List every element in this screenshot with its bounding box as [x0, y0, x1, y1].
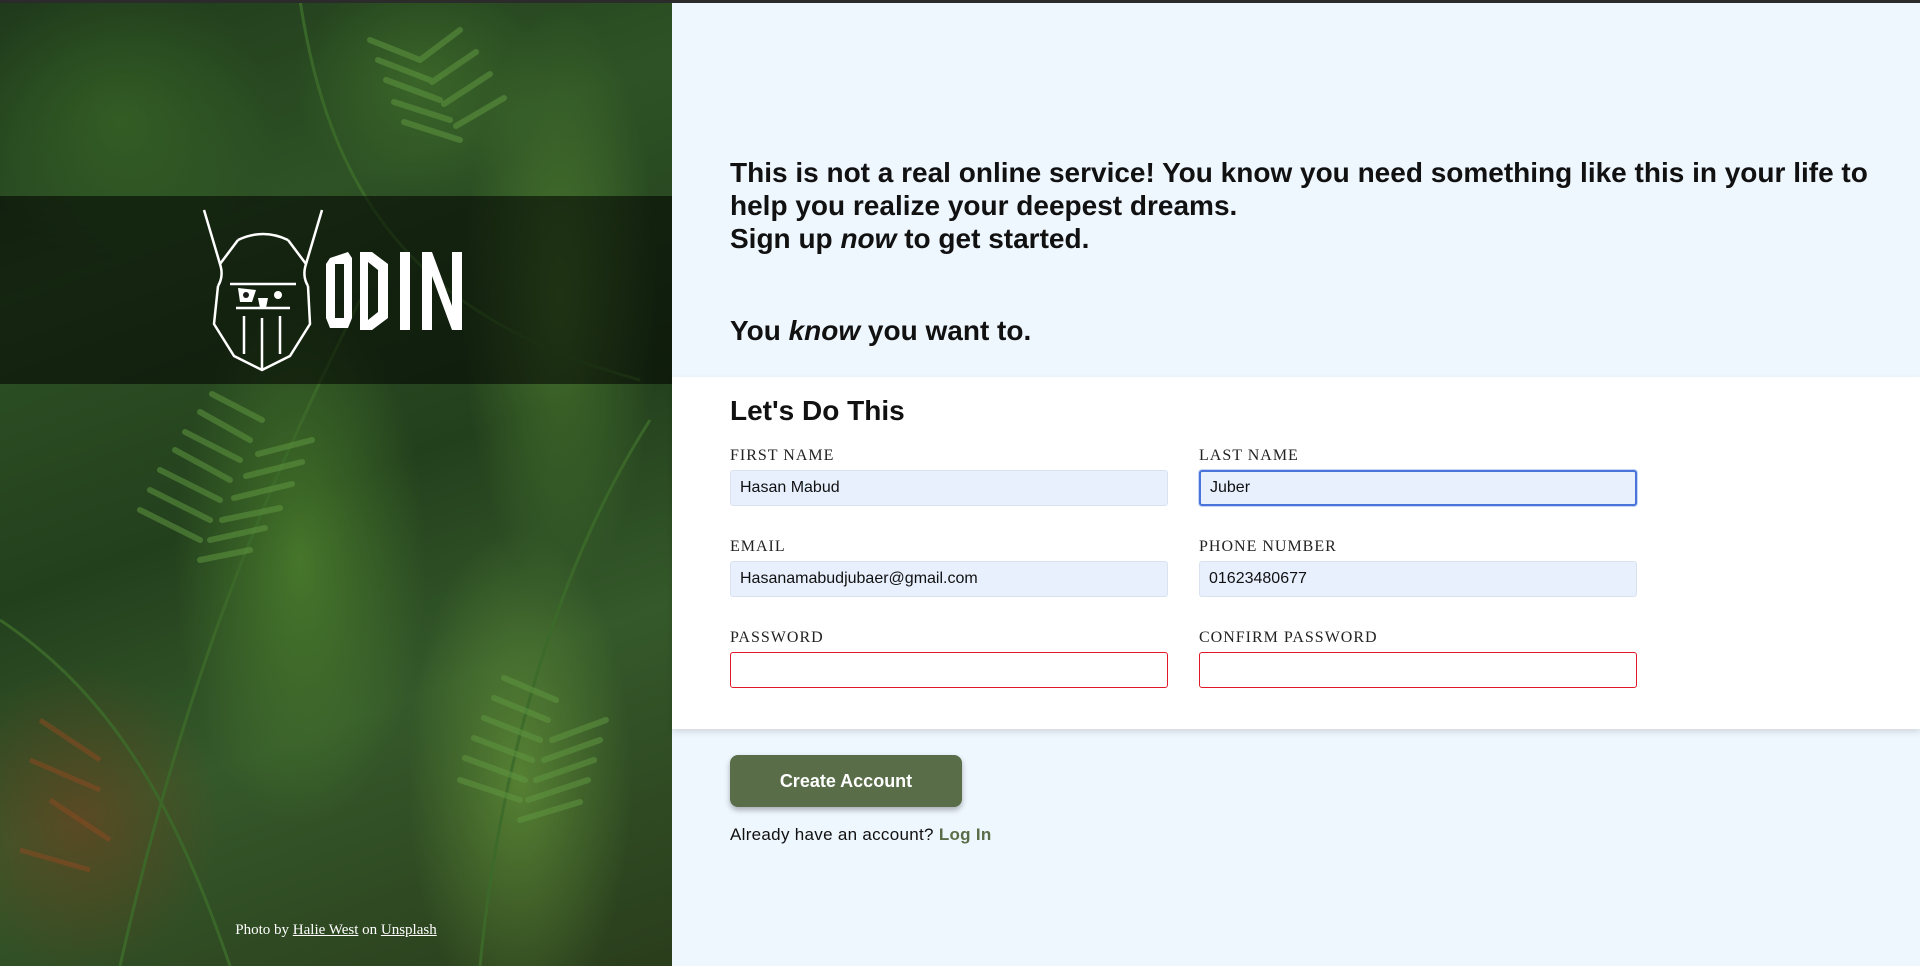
first-name-input[interactable] [730, 470, 1168, 506]
intro-line-2-emphasis: now [840, 223, 897, 254]
login-link[interactable]: Log In [939, 825, 992, 844]
photo-credit: Photo by Halie West on Unsplash [0, 922, 672, 939]
odin-logo [200, 206, 470, 381]
confirm-password-input[interactable] [1199, 652, 1637, 688]
form-title: Let's Do This [730, 395, 905, 426]
fern-background-image [0, 0, 652, 966]
intro-line-3-emphasis: know [788, 315, 861, 346]
phone-input[interactable] [1199, 561, 1637, 597]
confirm-password-label: CONFIRM PASSWORD [1199, 629, 1378, 646]
phone-label: PHONE NUMBER [1199, 538, 1337, 555]
intro-line-3: You know you want to. [730, 315, 1031, 347]
signup-form: Let's Do This FIRST NAME LAST NAME EMAIL… [672, 377, 1920, 729]
email-group: EMAIL [730, 537, 1168, 597]
viking-head-icon [202, 209, 462, 372]
first-name-group: FIRST NAME [730, 446, 1168, 506]
phone-group: PHONE NUMBER [1199, 537, 1637, 597]
last-name-input[interactable] [1199, 470, 1637, 506]
credit-prefix: Photo by [235, 922, 293, 938]
email-label: EMAIL [730, 538, 786, 555]
last-name-label: LAST NAME [1199, 447, 1299, 464]
intro-line-2-end: to get started. [896, 223, 1090, 254]
intro-line-3-end: you want to. [860, 315, 1032, 346]
create-account-button[interactable]: Create Account [730, 755, 962, 807]
intro-line-2: Sign up now to get started. [730, 222, 1870, 255]
password-input[interactable] [730, 652, 1168, 688]
credit-middle: on [358, 922, 381, 938]
intro-line-1: This is not a real online service! You k… [730, 157, 1868, 221]
first-name-label: FIRST NAME [730, 447, 835, 464]
login-prompt: Already have an account? Log In [730, 825, 992, 845]
password-group: PASSWORD [730, 628, 1168, 688]
browser-top-edge [0, 0, 1920, 3]
login-prompt-text: Already have an account? [730, 825, 939, 844]
confirm-password-group: CONFIRM PASSWORD [1199, 628, 1637, 688]
intro-line-3-start: You [730, 315, 789, 346]
last-name-group: LAST NAME [1199, 446, 1637, 506]
credit-author-link[interactable]: Halie West [293, 922, 359, 938]
intro-line-2-start: Sign up [730, 223, 841, 254]
email-input[interactable] [730, 561, 1168, 597]
hero-image-panel: Photo by Halie West on Unsplash [0, 0, 672, 966]
credit-site-link[interactable]: Unsplash [381, 922, 437, 938]
intro-text: This is not a real online service! You k… [730, 156, 1870, 255]
signup-content: This is not a real online service! You k… [672, 3, 1920, 966]
password-label: PASSWORD [730, 629, 824, 646]
